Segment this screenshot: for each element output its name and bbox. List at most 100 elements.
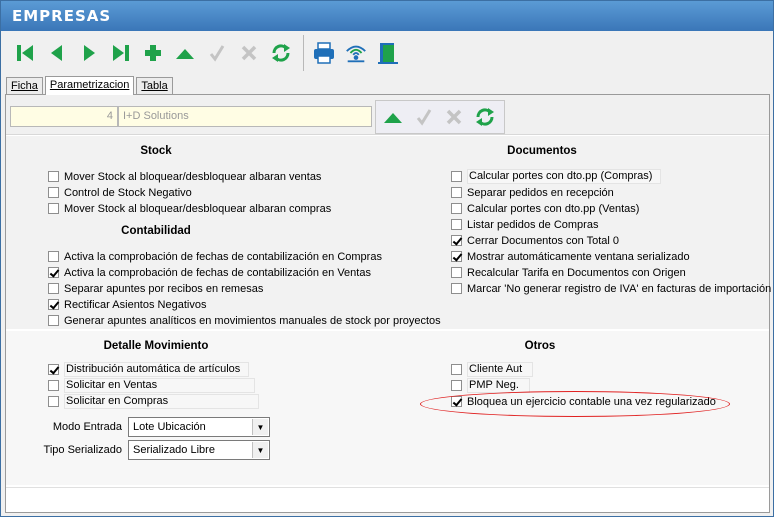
- last-record-button[interactable]: [109, 41, 133, 65]
- plus-icon: [145, 45, 161, 61]
- stock-checkbox-0[interactable]: [48, 171, 59, 182]
- stock-option-1[interactable]: Control de Stock Negativo: [48, 185, 192, 200]
- detalle-label-0: Distribución automática de artículos: [64, 362, 250, 377]
- documentos-section-title: Documentos: [507, 145, 577, 157]
- config-section-bottom: Detalle Movimiento Distribución automáti…: [6, 331, 769, 485]
- otros-option-1[interactable]: PMP Neg.: [451, 378, 530, 393]
- cancel-button[interactable]: [237, 41, 261, 65]
- previous-record-button[interactable]: [45, 41, 69, 65]
- tipo-serializado-label: Tipo Serializado: [43, 444, 122, 456]
- documentos-checkbox-6[interactable]: [451, 267, 462, 278]
- close-icon: [241, 45, 257, 61]
- contabilidad-label-2: Separar apuntes por recibos en remesas: [64, 282, 264, 295]
- detalle-label-2: Solicitar en Compras: [64, 394, 260, 409]
- documentos-option-1[interactable]: Separar pedidos en recepción: [451, 185, 614, 200]
- chevron-down-icon[interactable]: ▼: [252, 419, 268, 435]
- contabilidad-label-3: Rectificar Asientos Negativos: [64, 298, 207, 311]
- documentos-checkbox-4[interactable]: [451, 235, 462, 246]
- otros-label-2: Bloquea un ejercicio contable una vez re…: [467, 395, 716, 408]
- contabilidad-checkbox-3[interactable]: [48, 299, 59, 310]
- documentos-checkbox-5[interactable]: [451, 251, 462, 262]
- next-icon: [84, 45, 95, 61]
- modo-entrada-value: Lote Ubicación: [133, 421, 206, 433]
- documentos-label-0: Calcular portes con dto.pp (Compras): [467, 169, 662, 184]
- documentos-option-7[interactable]: Marcar 'No generar registro de IVA' en f…: [451, 281, 771, 296]
- stock-label-2: Mover Stock al bloquear/desbloquear alba…: [64, 202, 332, 215]
- contabilidad-checkbox-0[interactable]: [48, 251, 59, 262]
- tab-parametrizacion[interactable]: Parametrizacion: [44, 76, 135, 95]
- mini-cancel-button[interactable]: [443, 105, 466, 129]
- contabilidad-option-3[interactable]: Rectificar Asientos Negativos: [48, 297, 206, 312]
- company-code-field[interactable]: 4: [10, 106, 118, 127]
- detalle-checkbox-2[interactable]: [48, 396, 59, 407]
- documentos-label-5: Mostrar automáticamente ventana serializ…: [467, 250, 690, 263]
- otros-option-2[interactable]: Bloquea un ejercicio contable una vez re…: [451, 394, 716, 409]
- detalle-option-2[interactable]: Solicitar en Compras: [48, 394, 260, 409]
- detalle-option-1[interactable]: Solicitar en Ventas: [48, 378, 256, 393]
- record-mini-toolbar: [375, 100, 505, 134]
- documentos-label-2: Calcular portes con dto.pp (Ventas): [467, 202, 640, 215]
- otros-label-0: Cliente Aut: [467, 362, 534, 377]
- otros-option-0[interactable]: Cliente Aut: [451, 362, 534, 377]
- exit-door-icon: [378, 43, 398, 64]
- otros-checkbox-2[interactable]: [451, 396, 462, 407]
- stock-checkbox-2[interactable]: [48, 203, 59, 214]
- documentos-label-3: Listar pedidos de Compras: [467, 218, 599, 231]
- stock-checkbox-1[interactable]: [48, 187, 59, 198]
- parametrizacion-panel: 4 I+D Solutions Stock Mover Stock al blo…: [5, 94, 771, 513]
- edit-record-button[interactable]: [173, 41, 197, 65]
- documentos-option-5[interactable]: Mostrar automáticamente ventana serializ…: [451, 249, 690, 264]
- otros-checkbox-1[interactable]: [451, 380, 462, 391]
- detalle-section-title: Detalle Movimiento: [103, 340, 209, 352]
- contabilidad-checkbox-2[interactable]: [48, 283, 59, 294]
- first-record-button[interactable]: [13, 41, 37, 65]
- documentos-option-3[interactable]: Listar pedidos de Compras: [451, 217, 598, 232]
- modo-entrada-select[interactable]: Lote Ubicación ▼: [128, 417, 270, 437]
- window-title: EMPRESAS: [1, 1, 773, 31]
- tab-tabla[interactable]: Tabla: [136, 77, 173, 94]
- documentos-checkbox-1[interactable]: [451, 187, 462, 198]
- detalle-option-0[interactable]: Distribución automática de artículos: [48, 362, 250, 377]
- chevron-down-icon[interactable]: ▼: [252, 442, 268, 458]
- confirm-button[interactable]: [205, 41, 229, 65]
- contabilidad-checkbox-4[interactable]: [48, 315, 59, 326]
- next-record-button[interactable]: [77, 41, 101, 65]
- documentos-option-2[interactable]: Calcular portes con dto.pp (Ventas): [451, 201, 639, 216]
- otros-checkbox-0[interactable]: [451, 364, 462, 375]
- contabilidad-option-0[interactable]: Activa la comprobación de fechas de cont…: [48, 249, 382, 264]
- panel-footer: [6, 487, 769, 512]
- check-icon: [416, 109, 432, 126]
- documentos-label-4: Cerrar Documentos con Total 0: [467, 234, 620, 247]
- printer-icon: [314, 42, 334, 64]
- detalle-label-1: Solicitar en Ventas: [64, 378, 256, 393]
- add-record-button[interactable]: [141, 41, 165, 65]
- contabilidad-option-4[interactable]: Generar apuntes analíticos en movimiento…: [48, 313, 441, 328]
- contabilidad-option-1[interactable]: Activa la comprobación de fechas de cont…: [48, 265, 371, 280]
- exit-button[interactable]: [376, 41, 400, 65]
- documentos-option-0[interactable]: Calcular portes con dto.pp (Compras): [451, 169, 662, 184]
- refresh-icon: [475, 108, 494, 126]
- detalle-checkbox-1[interactable]: [48, 380, 59, 391]
- toolbar-separator: [303, 35, 304, 71]
- documentos-checkbox-3[interactable]: [451, 219, 462, 230]
- print-button[interactable]: [312, 41, 336, 65]
- tab-ficha[interactable]: Ficha: [6, 77, 43, 94]
- refresh-button[interactable]: [269, 41, 293, 65]
- contabilidad-label-4: Generar apuntes analíticos en movimiento…: [64, 314, 441, 327]
- company-name-field[interactable]: I+D Solutions: [118, 106, 372, 127]
- detalle-checkbox-0[interactable]: [48, 364, 59, 375]
- stock-option-2[interactable]: Mover Stock al bloquear/desbloquear alba…: [48, 201, 331, 216]
- stock-option-0[interactable]: Mover Stock al bloquear/desbloquear alba…: [48, 169, 321, 184]
- mini-edit-button[interactable]: [382, 105, 405, 129]
- documentos-option-4[interactable]: Cerrar Documentos con Total 0: [451, 233, 619, 248]
- wireless-button[interactable]: [344, 41, 368, 65]
- documentos-checkbox-0[interactable]: [451, 171, 462, 182]
- documentos-checkbox-7[interactable]: [451, 283, 462, 294]
- documentos-checkbox-2[interactable]: [451, 203, 462, 214]
- documentos-option-6[interactable]: Recalcular Tarifa en Documentos con Orig…: [451, 265, 686, 280]
- mini-refresh-button[interactable]: [474, 105, 497, 129]
- contabilidad-checkbox-1[interactable]: [48, 267, 59, 278]
- contabilidad-option-2[interactable]: Separar apuntes por recibos en remesas: [48, 281, 263, 296]
- mini-confirm-button[interactable]: [413, 105, 436, 129]
- tipo-serializado-select[interactable]: Serializado Libre ▼: [128, 440, 270, 460]
